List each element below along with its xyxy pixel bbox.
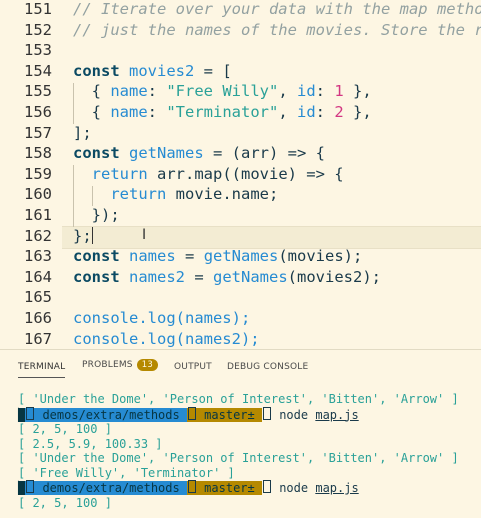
terminal-line: [ 2, 5, 100 ]: [18, 495, 112, 510]
tab-problems-label: PROBLEMS: [82, 360, 133, 370]
terminal-line: [ 'Free Willy', 'Terminator' ]: [18, 465, 235, 480]
line-number: 154: [24, 61, 52, 80]
line-number: 159: [24, 164, 52, 183]
line-number: 162: [24, 226, 52, 245]
tab-terminal[interactable]: TERMINAL: [18, 362, 66, 378]
tab-debug-console[interactable]: DEBUG CONSOLE: [227, 362, 308, 372]
line-number: 157: [24, 123, 52, 142]
line-number: 155: [24, 82, 52, 101]
line-number: 164: [24, 267, 52, 286]
code-line: { name: "Terminator", id: 2 },: [73, 103, 372, 121]
terminal-prompt: ▏ demos/extra/methods master± node map.j…: [18, 480, 359, 495]
folder-icon: [26, 480, 35, 493]
text-caret: [91, 226, 93, 244]
branch-icon: [187, 480, 196, 493]
code-editor[interactable]: 151 152 153 154 155 156 157 158 159 160 …: [0, 0, 481, 349]
code-line: return arr.map((movie) => {: [91, 164, 344, 183]
terminal-line: [ 2, 5, 100 ]: [18, 422, 112, 436]
bottom-panel: TERMINAL PROBLEMS 13 OUTPUT DEBUG CONSOLE…: [0, 349, 481, 518]
code-line: ];: [73, 123, 92, 142]
panel-tabs: TERMINAL PROBLEMS 13 OUTPUT DEBUG CONSOLE: [0, 350, 481, 384]
line-number: 152: [24, 20, 52, 39]
folder-icon: [26, 406, 35, 420]
line-number: 158: [24, 144, 52, 163]
line-number: 153: [24, 41, 52, 60]
line-number: 165: [24, 288, 52, 307]
line-number: 160: [24, 185, 52, 204]
code-line: // just the names of the movies. Store t…: [73, 20, 481, 39]
terminal-line: [ 'Under the Dome', 'Person of Interest'…: [18, 392, 459, 406]
code-line: };: [73, 226, 93, 245]
code-line: });: [91, 206, 120, 224]
terminal-output[interactable]: [ 'Under the Dome', 'Person of Interest'…: [18, 392, 459, 510]
code-line: const getNames = (arr) => {: [73, 144, 325, 163]
line-number: 161: [24, 206, 52, 224]
code-line: { name: "Free Willy", id: 1 },: [73, 82, 372, 101]
line-number: 151: [24, 0, 52, 18]
code-line: console.log(names2);: [73, 329, 260, 348]
prompt-arrow-icon: [262, 480, 271, 493]
prompt-arrow-icon: [262, 406, 271, 420]
branch-icon: [187, 406, 196, 420]
code-line: // Iterate over your data with the map m…: [73, 0, 481, 18]
code-line: const movies2 = [: [73, 61, 232, 80]
line-number: 166: [24, 309, 52, 327]
code-line: return movie.name;: [110, 185, 279, 204]
line-number: 167: [24, 329, 52, 348]
terminal-line: [ 'Under the Dome', 'Person of Interest'…: [18, 451, 459, 465]
terminal-line: [ 2.5, 5.9, 100.33 ]: [18, 436, 163, 451]
terminal-prompt: ▏ demos/extra/methods master± node map.j…: [18, 406, 359, 422]
tab-output[interactable]: OUTPUT: [174, 362, 212, 372]
problems-count-badge: 13: [136, 359, 158, 371]
text-cursor-icon: I: [142, 227, 147, 243]
tab-problems[interactable]: PROBLEMS 13: [82, 359, 158, 371]
line-number: 156: [24, 103, 52, 121]
code-line: const names = getNames(movies);: [73, 247, 363, 266]
code-line: const names2 = getNames(movies2);: [73, 267, 381, 286]
line-number: 163: [24, 247, 52, 266]
code-line: console.log(names);: [73, 309, 251, 327]
